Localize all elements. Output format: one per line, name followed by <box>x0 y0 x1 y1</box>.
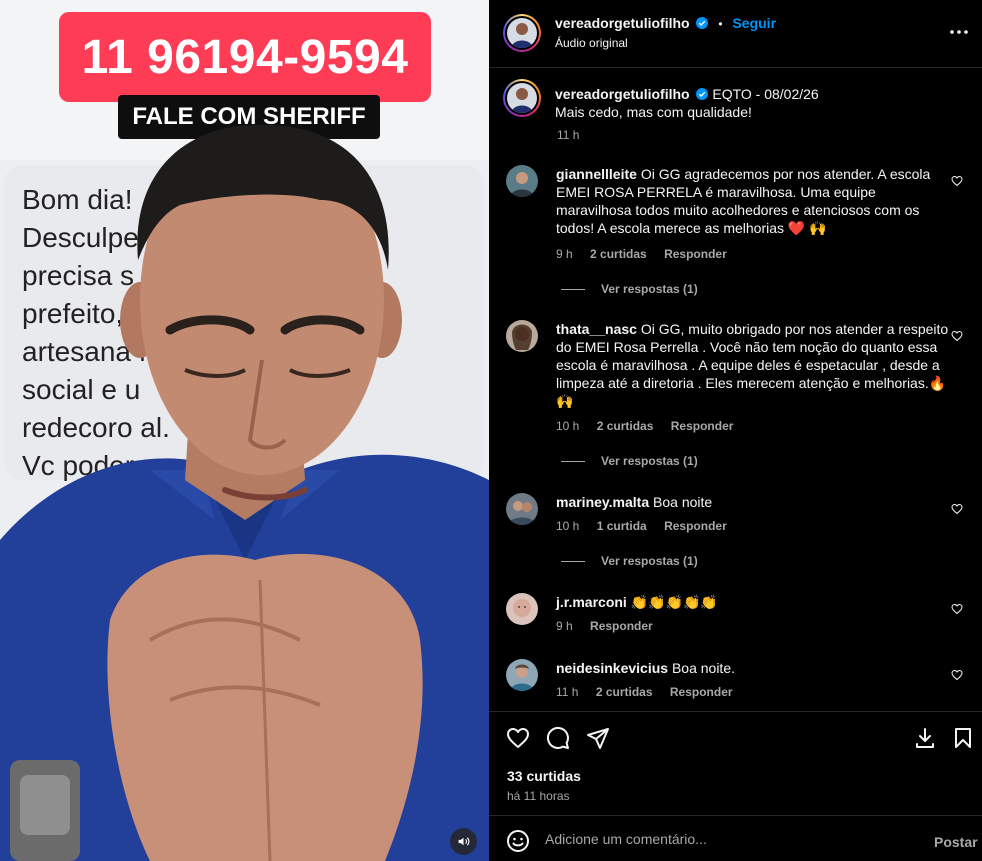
mute-button[interactable] <box>450 828 477 855</box>
avatar <box>507 83 537 113</box>
like-comment-heart-icon[interactable] <box>951 669 963 681</box>
comment-likes[interactable]: 2 curtidas <box>597 419 654 433</box>
caption-username[interactable]: vereadorgetuliofilho <box>555 86 690 102</box>
person-figure <box>0 124 489 861</box>
post-sidebar: vereadorgetuliofilho • Seguir Áudio orig… <box>489 0 982 861</box>
add-comment-bar: Postar <box>489 816 982 861</box>
more-options-icon[interactable] <box>949 22 969 42</box>
download-icon[interactable] <box>913 726 937 750</box>
video-player[interactable]: 11 96194-9594 FALE COM SHERIFF Bom dia! … <box>0 0 489 861</box>
caption-timestamp[interactable]: 11 h <box>557 128 579 142</box>
comment-username[interactable]: thata__nasc <box>556 321 637 337</box>
save-bookmark-icon[interactable] <box>951 726 975 750</box>
post-date[interactable]: há 11 horas <box>507 789 570 803</box>
comment-username[interactable]: neidesinkevicius <box>556 660 668 676</box>
post-comment-button[interactable]: Postar <box>934 834 978 850</box>
view-replies-label: Ver respostas (1) <box>601 554 698 568</box>
header-username[interactable]: vereadorgetuliofilho <box>555 15 690 31</box>
view-replies-button[interactable]: Ver respostas (1) <box>561 554 698 568</box>
comment-item: thata__nasc Oi GG, muito obrigado por no… <box>506 320 976 470</box>
view-replies-button[interactable]: Ver respostas (1) <box>561 282 698 296</box>
like-comment-heart-icon[interactable] <box>951 603 963 615</box>
avatar-story-ring[interactable] <box>503 14 541 52</box>
comment-text: 👏👏👏👏👏 <box>630 594 718 610</box>
comment-time[interactable]: 11 h <box>556 685 578 699</box>
comment-meta: 10 h 2 curtidas Responder <box>556 419 747 433</box>
comment-likes[interactable]: 2 curtidas <box>590 247 647 261</box>
comment-meta: 10 h 1 curtida Responder <box>556 519 741 533</box>
caption-avatar-ring[interactable] <box>503 79 541 117</box>
speaker-icon <box>458 837 470 846</box>
comment-time[interactable]: 9 h <box>556 247 573 261</box>
reply-button[interactable]: Responder <box>664 519 727 533</box>
comment-input[interactable] <box>545 828 905 850</box>
commenter-avatar[interactable] <box>506 593 538 625</box>
replies-line <box>561 560 585 562</box>
reply-button[interactable]: Responder <box>670 685 733 699</box>
comment-likes[interactable]: 2 curtidas <box>596 685 653 699</box>
comment-meta: 11 h 2 curtidas Responder <box>556 685 747 699</box>
reply-button[interactable]: Responder <box>671 419 734 433</box>
follow-button[interactable]: Seguir <box>732 15 776 31</box>
comment-time[interactable]: 10 h <box>556 419 579 433</box>
comment-body: giannellleite Oi GG agradecemos por nos … <box>556 165 951 237</box>
comment-time[interactable]: 10 h <box>556 519 579 533</box>
like-comment-heart-icon[interactable] <box>951 330 963 342</box>
comment-time[interactable]: 9 h <box>556 619 573 633</box>
like-comment-heart-icon[interactable] <box>951 503 963 515</box>
commenter-avatar[interactable] <box>506 659 538 691</box>
comment-item: neidesinkevicius Boa noite. 11 h 2 curti… <box>506 659 976 704</box>
comment-meta: 9 h Responder <box>556 619 667 633</box>
like-heart-icon[interactable] <box>506 726 530 750</box>
comment-item: j.r.marconi 👏👏👏👏👏 9 h Responder <box>506 593 976 638</box>
comment-body: j.r.marconi 👏👏👏👏👏 <box>556 593 951 611</box>
commenter-avatar[interactable] <box>506 165 538 197</box>
comment-username[interactable]: j.r.marconi <box>556 594 627 610</box>
comment-username[interactable]: giannellleite <box>556 166 637 182</box>
reply-button[interactable]: Responder <box>590 619 653 633</box>
reply-button[interactable]: Responder <box>664 247 727 261</box>
comment-body: neidesinkevicius Boa noite. <box>556 659 951 677</box>
share-send-icon[interactable] <box>586 726 610 750</box>
avatar <box>507 18 537 48</box>
view-replies-button[interactable]: Ver respostas (1) <box>561 454 698 468</box>
comment-meta: 9 h 2 curtidas Responder <box>556 247 741 261</box>
comment-item: mariney.malta Boa noite 10 h 1 curtida R… <box>506 493 976 573</box>
header-username-row: vereadorgetuliofilho • Seguir <box>555 15 776 31</box>
header-divider <box>489 67 982 68</box>
emoji-smiley-icon[interactable] <box>506 829 530 853</box>
comment-text: Boa noite. <box>671 660 736 676</box>
view-replies-label: Ver respostas (1) <box>601 282 698 296</box>
audio-link[interactable]: Áudio original <box>555 36 628 50</box>
likes-count[interactable]: 33 curtidas <box>507 768 581 784</box>
bullet-separator: • <box>718 17 723 31</box>
verified-badge-icon <box>696 17 709 29</box>
commenter-avatar[interactable] <box>506 320 538 352</box>
comment-item: giannellleite Oi GG agradecemos por nos … <box>506 165 976 305</box>
comment-body: thata__nasc Oi GG, muito obrigado por no… <box>556 320 951 410</box>
caption-body: Mais cedo, mas com qualidade! <box>555 104 752 120</box>
comment-username[interactable]: mariney.malta <box>556 494 649 510</box>
view-replies-label: Ver respostas (1) <box>601 454 698 468</box>
comment-likes[interactable]: 1 curtida <box>597 519 647 533</box>
replies-line <box>561 288 585 290</box>
replies-line <box>561 460 585 462</box>
comment-body: mariney.malta Boa noite <box>556 493 951 511</box>
commenter-avatar[interactable] <box>506 493 538 525</box>
like-comment-heart-icon[interactable] <box>951 175 963 187</box>
actions-divider <box>489 711 982 712</box>
caption-title: EQTO - 08/02/26 <box>712 86 819 102</box>
comment-text: Boa noite <box>653 494 713 510</box>
verified-badge-icon <box>696 88 709 100</box>
caption-text: vereadorgetuliofilho EQTO - 08/02/26 Mai… <box>555 85 955 121</box>
comment-bubble-icon[interactable] <box>546 726 570 750</box>
